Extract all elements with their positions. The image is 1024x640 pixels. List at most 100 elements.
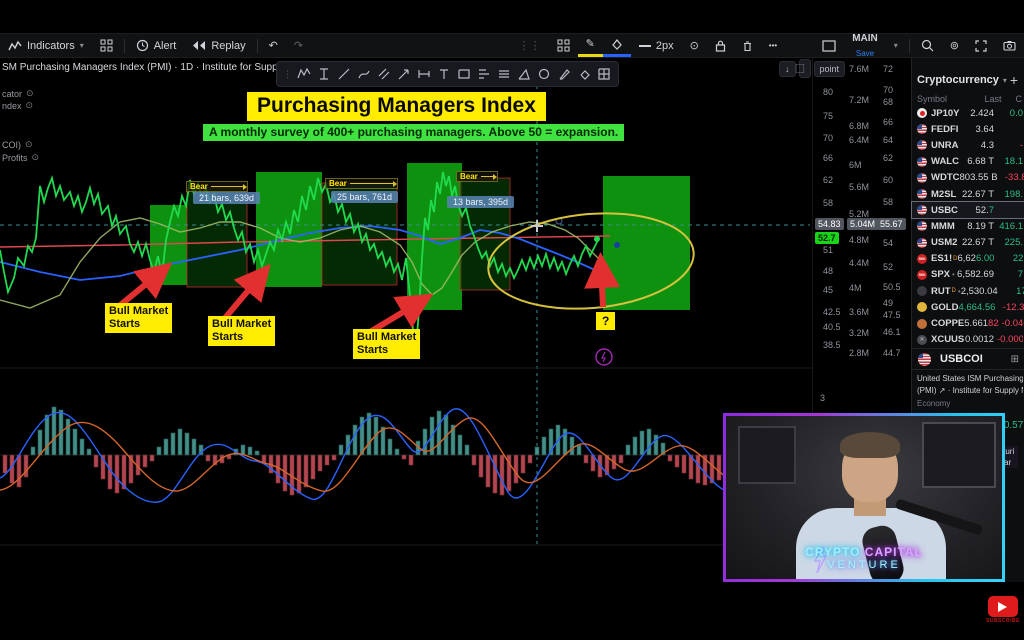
grid-icon[interactable]: ⊞ (1011, 354, 1019, 365)
circle-tool-icon[interactable] (534, 64, 554, 84)
watchlist-row[interactable]: FEDFI3.64 (912, 121, 1024, 137)
histogram-bar (332, 455, 336, 460)
histogram-bar (339, 445, 343, 455)
symbol-name: WALC (931, 156, 959, 167)
bear-range-header[interactable]: Bear (186, 181, 248, 192)
layout-chevron[interactable]: ▾ (886, 34, 906, 57)
change-value: 17 (1001, 286, 1024, 297)
watchlist-row[interactable]: MMM8.19 T416.1 (912, 218, 1024, 234)
histogram-bar (185, 433, 189, 455)
eye-icon[interactable]: ⊙ (26, 100, 34, 111)
watchlist-row[interactable]: GOLD4,664.56-12.3 (912, 299, 1024, 315)
price-tick-right: 60 (883, 175, 893, 185)
bull-market-label[interactable]: Bull MarketStarts (353, 329, 420, 359)
drag-handle-icon[interactable]: ⋮ (281, 69, 294, 80)
watchlist-row[interactable]: RUTD•2,530.0417 (912, 283, 1024, 299)
grid-tool-icon[interactable] (594, 64, 614, 84)
text-tool-icon[interactable] (434, 64, 454, 84)
arrow-icon[interactable] (394, 64, 414, 84)
annotation-title[interactable]: Purchasing Managers Index (247, 92, 546, 121)
watchlist-row[interactable]: USM222.67 T225. (912, 235, 1024, 251)
indicator-label: COI) (2, 140, 21, 150)
curve-icon[interactable] (354, 64, 374, 84)
chart-symbol-title[interactable]: SM Purchasing Managers Index (PMI) · 1D … (2, 62, 307, 73)
change-value: -12.3 (998, 302, 1024, 313)
eraser-tool-icon[interactable] (574, 64, 594, 84)
parallel-channel-icon[interactable] (374, 64, 394, 84)
question-label[interactable]: ? (596, 312, 615, 330)
symbol-name: SPX (931, 269, 950, 280)
watchlist-row[interactable]: 500ES1!D6,626.0022 (912, 251, 1024, 267)
indicator-legend-item[interactable]: COI) ⊙ (2, 139, 33, 150)
cursor-zigzag-icon[interactable] (294, 64, 314, 84)
youtube-subscribe[interactable]: SUBSCRIBE (986, 596, 1020, 624)
price-range-icon[interactable] (314, 64, 334, 84)
eye-icon[interactable]: ⊙ (32, 152, 40, 163)
column-symbol: Symbol (917, 94, 947, 104)
bars-count-badge[interactable]: 21 bars, 639d (193, 192, 260, 204)
bear-range-header[interactable]: Bear (325, 178, 398, 189)
histogram-bar (388, 439, 392, 455)
price-chart[interactable] (0, 0, 812, 582)
column-change: C (1016, 94, 1023, 104)
parallel-lines-icon[interactable] (494, 64, 514, 84)
trendline-icon[interactable] (334, 64, 354, 84)
us-flag-icon (917, 173, 927, 183)
brush-tool-icon[interactable] (554, 64, 574, 84)
watchlist-row[interactable]: ✕XCUUS0.0012-0.000 (912, 332, 1024, 348)
indicator-legend-item[interactable]: cator⊙ (2, 88, 34, 99)
watchlist-row[interactable]: USBC52.7 (912, 202, 1024, 218)
histogram-bar (66, 419, 70, 455)
column-last: Last (984, 94, 1001, 104)
active-symbol-row[interactable]: USBCOI ⊞ (912, 348, 1024, 370)
watchlist-row[interactable]: 500SPX•6,582.697 (912, 267, 1024, 283)
watchlist-title[interactable]: Cryptocurrency▾ (917, 74, 1007, 86)
price-tick-right: 68 (883, 97, 893, 107)
webcam-overlay: CRYPTO CAPITAL VENTURE (723, 413, 1005, 582)
bars-count-badge[interactable]: 13 bars, 395d (447, 196, 514, 208)
scroll-down-button[interactable]: ↓ (779, 61, 796, 77)
point-unit-button[interactable]: point (814, 61, 846, 77)
triangle-tool-icon[interactable] (514, 64, 534, 84)
histogram-bar (192, 439, 196, 455)
volume-tick: 2.8M (849, 348, 869, 358)
histogram-bar (493, 455, 497, 493)
eye-icon[interactable]: ⊙ (26, 88, 34, 99)
watchlist-row[interactable]: UNRA4.3- (912, 137, 1024, 153)
indicator-legend-item[interactable]: Profits⊙ (2, 152, 39, 163)
snapshot-button[interactable] (995, 34, 1024, 57)
add-symbol-button[interactable]: + (1010, 72, 1018, 88)
bull-market-label[interactable]: Bull MarketStarts (105, 303, 172, 333)
layout-preview-button[interactable] (814, 34, 844, 57)
annotation-subtitle[interactable]: A monthly survey of 400+ purchasing mana… (203, 124, 624, 141)
us-flag-icon (917, 205, 927, 215)
histogram-bar (248, 447, 252, 455)
bull-market-label[interactable]: Bull MarketStarts (208, 316, 275, 346)
eye-icon[interactable]: ⊙ (25, 139, 33, 150)
app-window: Indicators ▾ Alert Replay ↶ ↷ ⋮⋮ ✎ (0, 0, 1024, 640)
watchlist-row[interactable]: WDTC803.55 B-33.8 (912, 170, 1024, 186)
youtube-play-icon[interactable] (988, 596, 1018, 617)
fullscreen-button[interactable] (967, 34, 995, 57)
volume-tick: 7.6M (849, 64, 869, 74)
last-value: 22.67 T (962, 237, 994, 248)
horizontal-ray-icon[interactable] (414, 64, 434, 84)
bear-range-header[interactable]: Bear (456, 171, 498, 182)
layout-name-button[interactable]: MAIN Save (844, 34, 886, 57)
bars-count-badge[interactable]: 25 bars, 761d (331, 191, 398, 203)
watchlist-row[interactable]: COPPE5.66182-0.046 (912, 315, 1024, 331)
settings-button[interactable]: ⊚ (942, 34, 967, 57)
volume-tick: 4.4M (849, 258, 869, 268)
indicator-legend-item[interactable]: ndex⊙ (2, 100, 33, 111)
quick-search-button[interactable] (913, 34, 942, 57)
auto-scale-button[interactable]: ⃞ (799, 59, 811, 78)
volume-profile-icon[interactable] (474, 64, 494, 84)
watchlist-row[interactable]: JP10Y2.4240.0 (912, 105, 1024, 121)
histogram-bar (171, 433, 175, 455)
histogram-bar (318, 455, 322, 471)
watchlist-row[interactable]: WALC6.68 T18.1 (912, 154, 1024, 170)
red-arrow (370, 300, 423, 332)
rectangle-tool-icon[interactable] (454, 64, 474, 84)
histogram-bar (535, 447, 539, 455)
watchlist-row[interactable]: M2SL22.67 T198. (912, 186, 1024, 202)
